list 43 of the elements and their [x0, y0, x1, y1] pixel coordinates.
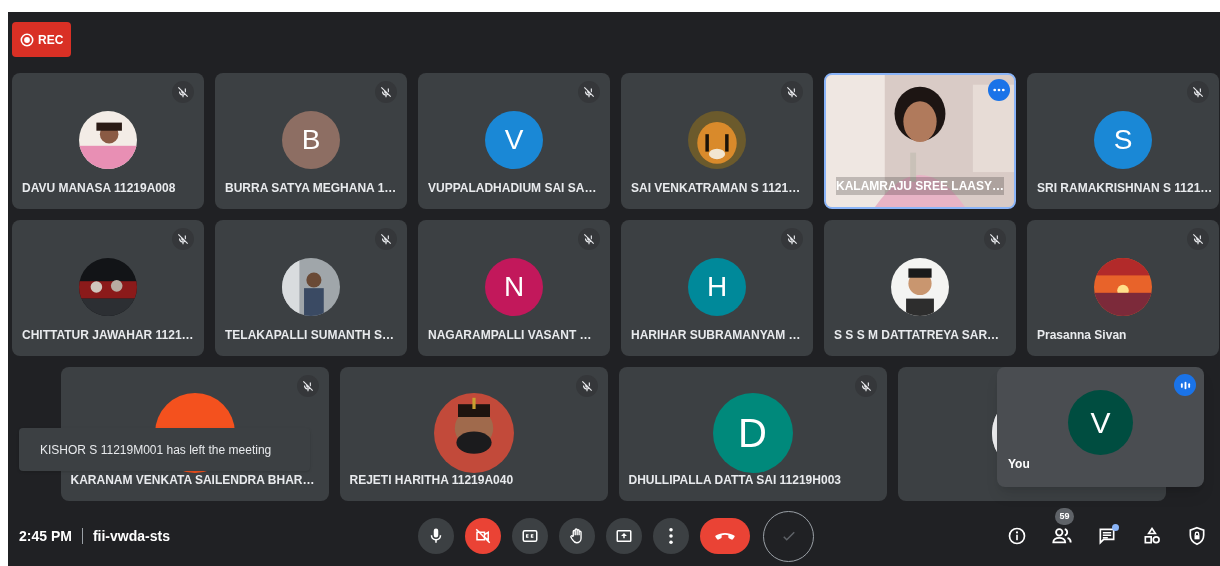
avatar: V — [485, 111, 543, 169]
more-icon — [669, 528, 673, 544]
recording-badge: REC — [12, 22, 72, 57]
participant-name: You — [1008, 456, 1030, 473]
end-call-button[interactable] — [700, 518, 750, 554]
info-icon[interactable] — [1006, 525, 1028, 547]
participant-name: TELAKAPALLI SUMANTH S… — [225, 327, 395, 344]
avatar: B — [282, 111, 340, 169]
more-options-button[interactable] — [653, 518, 689, 554]
participant-name: SRI RAMAKRISHNAN S 1121… — [1037, 180, 1213, 197]
avatar: H — [688, 258, 746, 316]
avatar: S — [1094, 111, 1152, 169]
participant-name: NAGARAMPALLI VASANT … — [428, 327, 592, 344]
participant-count-badge: 59 — [1055, 508, 1074, 525]
captions-icon — [521, 527, 539, 545]
raise-hand-button[interactable] — [559, 518, 595, 554]
participant-name: CHITTATUR JAWAHAR 1121… — [22, 327, 194, 344]
camera-off-icon — [474, 527, 492, 545]
participant-name: Prasanna Sivan — [1037, 327, 1127, 344]
avatar: V — [1068, 390, 1133, 455]
participant-name: HARIHAR SUBRAMANYAM … — [631, 327, 801, 344]
present-icon — [615, 527, 633, 545]
phone-icon — [715, 532, 735, 540]
avatar: D — [712, 393, 793, 473]
participant-name: BURRA SATYA MEGHANA 1… — [225, 180, 397, 197]
camera-button[interactable] — [465, 518, 501, 554]
meeting-code: fii-vwda-sts — [92, 526, 170, 546]
avatar: N — [485, 258, 543, 316]
participant-name: DAVU MANASA 11219A008 — [22, 180, 176, 197]
participant-name: REJETI HARITHA 11219A040 — [349, 472, 514, 489]
present-screen-button[interactable] — [606, 518, 642, 554]
speaking-indicator-icon — [1174, 374, 1196, 396]
participant-name: DHULLIPALLA DATTA SAI 11219H003 — [628, 472, 841, 489]
participant-name: SAI VENKATRAMAN S 1121… — [631, 180, 801, 197]
time-label: 2:45 PM — [19, 526, 72, 546]
participant-name: VUPPALADHADIUM SAI SA… — [428, 180, 597, 197]
participant-name: KARANAM VENKATA SAILENDRA BHAR… — [70, 472, 315, 489]
participant-name: S S S M DATTATREYA SAR… — [834, 327, 1000, 344]
participant-name: KALAMRAJU SREE LAASY… — [836, 177, 1004, 195]
captions-button[interactable] — [512, 518, 548, 554]
microphone-button[interactable] — [418, 518, 454, 554]
more-icon — [993, 88, 1005, 92]
notification-toast: KISHOR S 11219M001 has left the meeting — [19, 428, 310, 471]
